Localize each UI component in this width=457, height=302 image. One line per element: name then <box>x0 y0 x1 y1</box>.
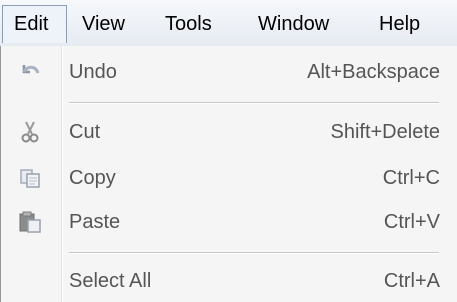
menu-item-label: Undo <box>69 61 117 83</box>
menu-item-select-all[interactable]: Select All Ctrl+A <box>1 261 457 301</box>
menu-item-cut[interactable]: Cut Shift+Delete <box>1 112 457 152</box>
menu-separator <box>69 102 439 104</box>
scissors-icon <box>18 120 42 144</box>
copy-icon <box>18 166 42 190</box>
menu-item-shortcut: Ctrl+C <box>382 167 440 189</box>
menu-separator <box>69 252 439 254</box>
menu-item-label: Select All <box>69 270 152 292</box>
menu-help[interactable]: Help <box>379 5 420 43</box>
edit-menu-dropdown: Undo Alt+Backspace Cut Shift+Delete Copy… <box>0 46 457 302</box>
menu-window[interactable]: Window <box>258 5 329 43</box>
menu-item-undo[interactable]: Undo Alt+Backspace <box>1 52 457 92</box>
menu-item-label: Cut <box>69 121 101 143</box>
menu-item-shortcut: Shift+Delete <box>330 121 440 143</box>
menu-item-label: Paste <box>69 211 121 233</box>
paste-icon <box>18 210 42 234</box>
menu-tools[interactable]: Tools <box>165 5 212 43</box>
menu-item-shortcut: Ctrl+A <box>383 270 440 292</box>
menu-item-paste[interactable]: Paste Ctrl+V <box>1 202 457 242</box>
menu-item-shortcut: Ctrl+V <box>383 211 440 233</box>
menu-bar: Edit View Tools Window Help <box>0 0 457 46</box>
undo-icon <box>18 60 42 84</box>
menu-item-shortcut: Alt+Backspace <box>307 61 440 83</box>
menu-view[interactable]: View <box>82 5 125 43</box>
menu-edit[interactable]: Edit <box>2 5 67 43</box>
menu-item-label: Copy <box>69 167 116 189</box>
menu-item-copy[interactable]: Copy Ctrl+C <box>1 158 457 198</box>
